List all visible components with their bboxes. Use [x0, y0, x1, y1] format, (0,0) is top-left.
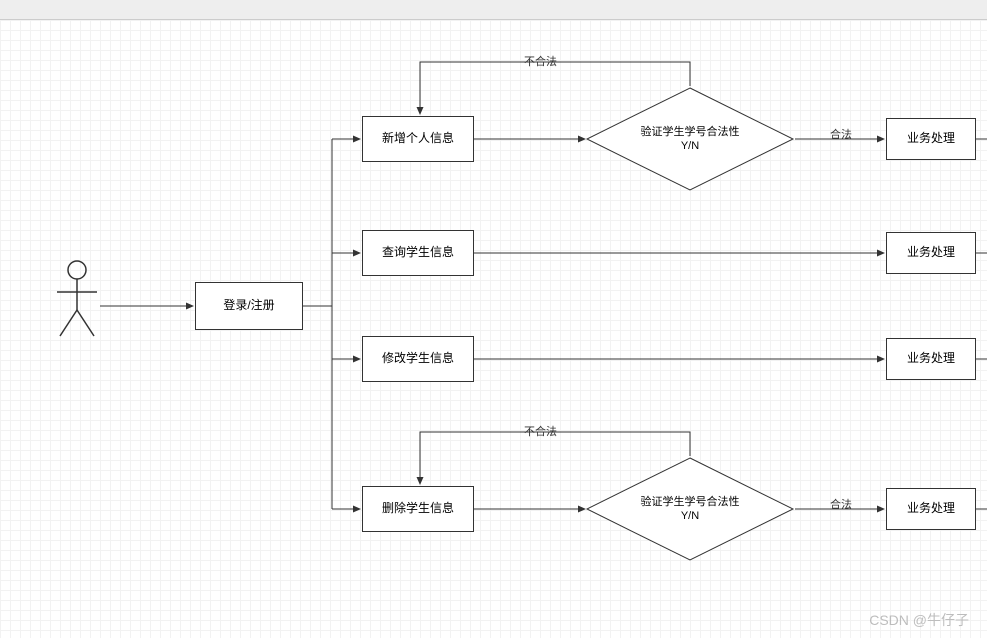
- edge-label-legal-1: 合法: [830, 126, 852, 142]
- node-proc-4[interactable]: 业务处理: [886, 488, 976, 530]
- node-delete[interactable]: 删除学生信息: [362, 486, 474, 532]
- node-proc-2[interactable]: 业务处理: [886, 232, 976, 274]
- node-proc-4-label: 业务处理: [907, 501, 955, 517]
- watermark: CSDN @牛仔子: [869, 610, 969, 630]
- edge-label-legal-2: 合法: [830, 496, 852, 512]
- node-login-label: 登录/注册: [223, 298, 274, 314]
- edge-label-illegal-1: 不合法: [524, 53, 557, 69]
- node-verify-1[interactable]: 验证学生学号合法性 Y/N: [585, 86, 795, 192]
- actor-icon[interactable]: [52, 258, 102, 343]
- node-proc-1-label: 业务处理: [907, 131, 955, 147]
- edge-label-illegal-2: 不合法: [524, 423, 557, 439]
- diagram-canvas[interactable]: 登录/注册 新增个人信息 验证学生学号合法性 Y/N 业务处理 查询学生信息 业…: [0, 20, 987, 638]
- node-add[interactable]: 新增个人信息: [362, 116, 474, 162]
- node-delete-label: 删除学生信息: [382, 501, 454, 517]
- node-verify-2-label: 验证学生学号合法性 Y/N: [641, 495, 740, 524]
- node-add-label: 新增个人信息: [382, 131, 454, 147]
- node-proc-1[interactable]: 业务处理: [886, 118, 976, 160]
- node-login[interactable]: 登录/注册: [195, 282, 303, 330]
- node-proc-3[interactable]: 业务处理: [886, 338, 976, 380]
- node-verify-1-label: 验证学生学号合法性 Y/N: [641, 125, 740, 154]
- node-proc-3-label: 业务处理: [907, 351, 955, 367]
- node-modify[interactable]: 修改学生信息: [362, 336, 474, 382]
- node-query-label: 查询学生信息: [382, 245, 454, 261]
- node-modify-label: 修改学生信息: [382, 351, 454, 367]
- edges-layer: [0, 20, 987, 638]
- node-verify-2[interactable]: 验证学生学号合法性 Y/N: [585, 456, 795, 562]
- node-query[interactable]: 查询学生信息: [362, 230, 474, 276]
- node-proc-2-label: 业务处理: [907, 245, 955, 261]
- editor-toolbar[interactable]: [0, 0, 987, 20]
